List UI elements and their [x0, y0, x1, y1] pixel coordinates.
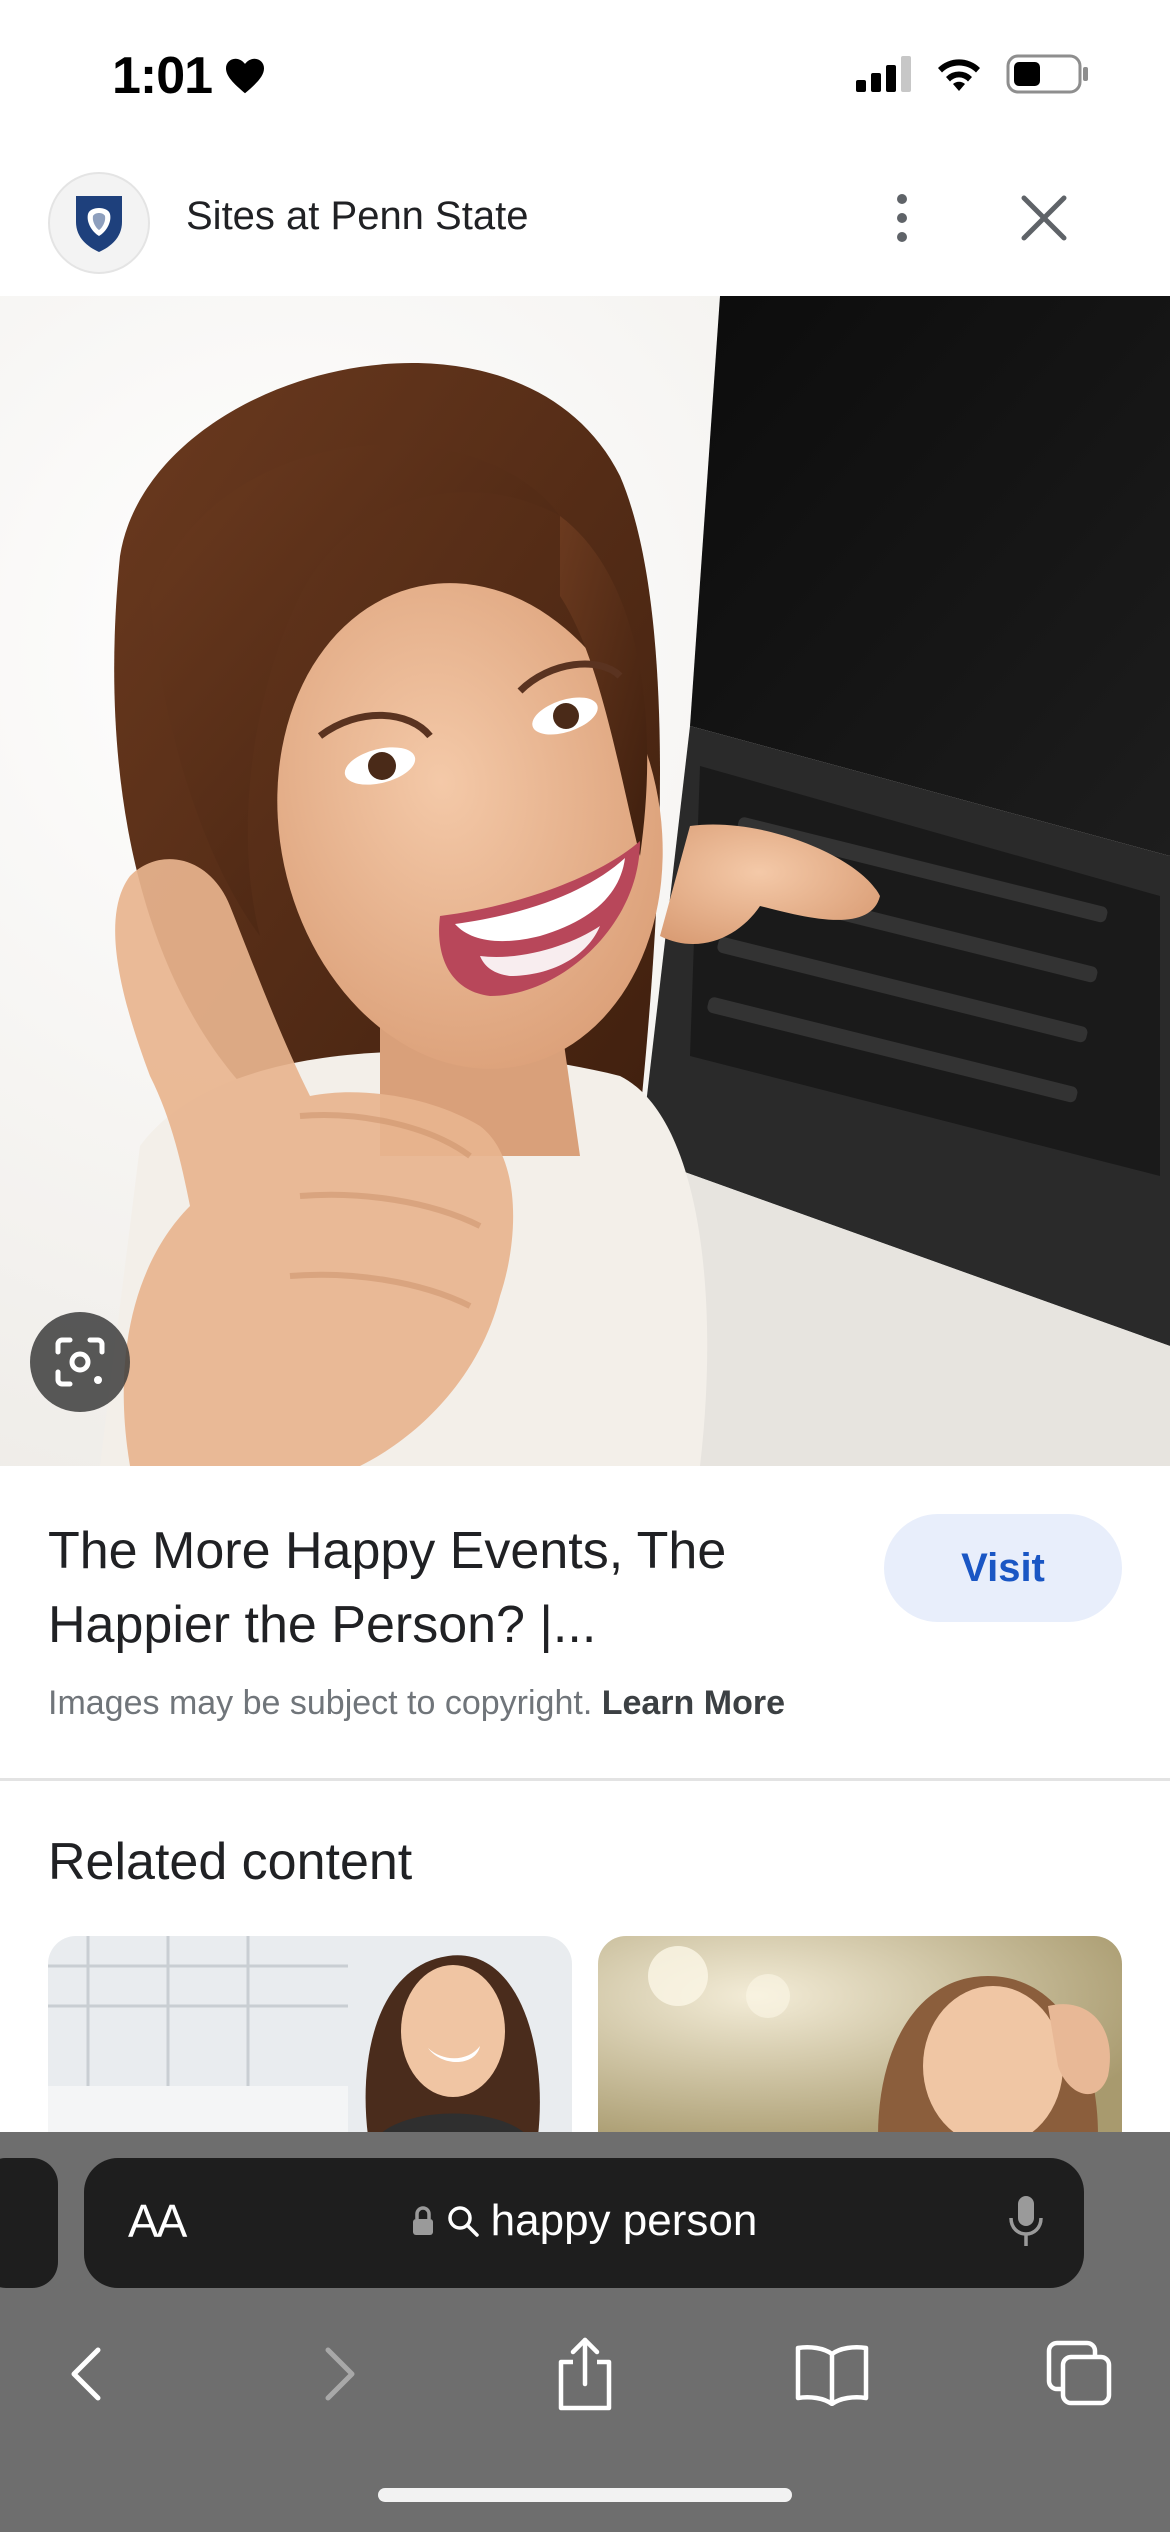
- close-icon[interactable]: [1016, 190, 1072, 246]
- related-thumbnail[interactable]: [598, 1936, 1122, 2136]
- result-image[interactable]: [0, 296, 1170, 1466]
- related-photo: [48, 1936, 572, 2136]
- visual-search-icon: [55, 1337, 105, 1387]
- penn-state-shield-icon: [76, 196, 122, 252]
- status-time: 1:01: [112, 47, 213, 105]
- more-dot: [897, 194, 907, 204]
- home-indicator[interactable]: [378, 2488, 792, 2502]
- related-thumbnail[interactable]: [48, 1936, 572, 2136]
- wifi-icon: [938, 59, 980, 91]
- tabs-icon: [1046, 2340, 1112, 2406]
- cellular-signal-icon: [856, 56, 911, 92]
- visual-search-button[interactable]: [30, 1312, 130, 1412]
- address-content[interactable]: happy person: [84, 2196, 1084, 2246]
- battery-icon: [1006, 54, 1088, 94]
- section-divider: [0, 1778, 1170, 1781]
- more-dot: [897, 232, 907, 242]
- status-bar: 1:01: [0, 0, 1170, 150]
- forward-button[interactable]: [300, 2334, 380, 2414]
- more-vertical-icon[interactable]: [880, 188, 924, 248]
- related-photo: [598, 1936, 1122, 2136]
- visit-button[interactable]: Visit: [884, 1514, 1122, 1622]
- result-photo: [0, 296, 1170, 1466]
- back-button[interactable]: [46, 2334, 126, 2414]
- previous-tab-edge[interactable]: [0, 2158, 58, 2288]
- result-title[interactable]: The More Happy Events, The Happier the P…: [48, 1514, 818, 1662]
- heart-icon: [226, 58, 265, 94]
- site-name[interactable]: Sites at Penn State: [186, 194, 528, 239]
- search-icon: [447, 2206, 479, 2237]
- navigation-toolbar: [0, 2304, 1170, 2434]
- lock-icon: [412, 2206, 433, 2235]
- share-icon: [558, 2337, 612, 2411]
- status-time-group: 1:01: [112, 46, 266, 106]
- more-dot: [897, 213, 907, 223]
- related-content-heading: Related content: [48, 1833, 413, 1891]
- bookmarks-button[interactable]: [792, 2334, 872, 2414]
- address-bar[interactable]: AA happy person: [84, 2158, 1084, 2288]
- site-logo[interactable]: [48, 172, 150, 274]
- copyright-notice: Images may be subject to copyright. Lear…: [48, 1684, 785, 1723]
- bookmarks-icon: [795, 2345, 869, 2406]
- copyright-text: Images may be subject to copyright.: [48, 1684, 593, 1722]
- share-button[interactable]: [545, 2334, 625, 2414]
- learn-more-link[interactable]: Learn More: [602, 1684, 785, 1722]
- search-query[interactable]: happy person: [491, 2196, 758, 2246]
- back-icon: [71, 2347, 101, 2401]
- browser-toolbar: AA happy person: [0, 2132, 1170, 2532]
- microphone-icon[interactable]: [1006, 2192, 1046, 2252]
- result-header: Sites at Penn State: [0, 150, 1170, 296]
- tabs-button[interactable]: [1040, 2334, 1120, 2414]
- page: 1:01 Sites at Penn State The More Happy …: [0, 0, 1170, 2532]
- status-indicators: [856, 54, 1090, 94]
- forward-icon: [325, 2347, 355, 2401]
